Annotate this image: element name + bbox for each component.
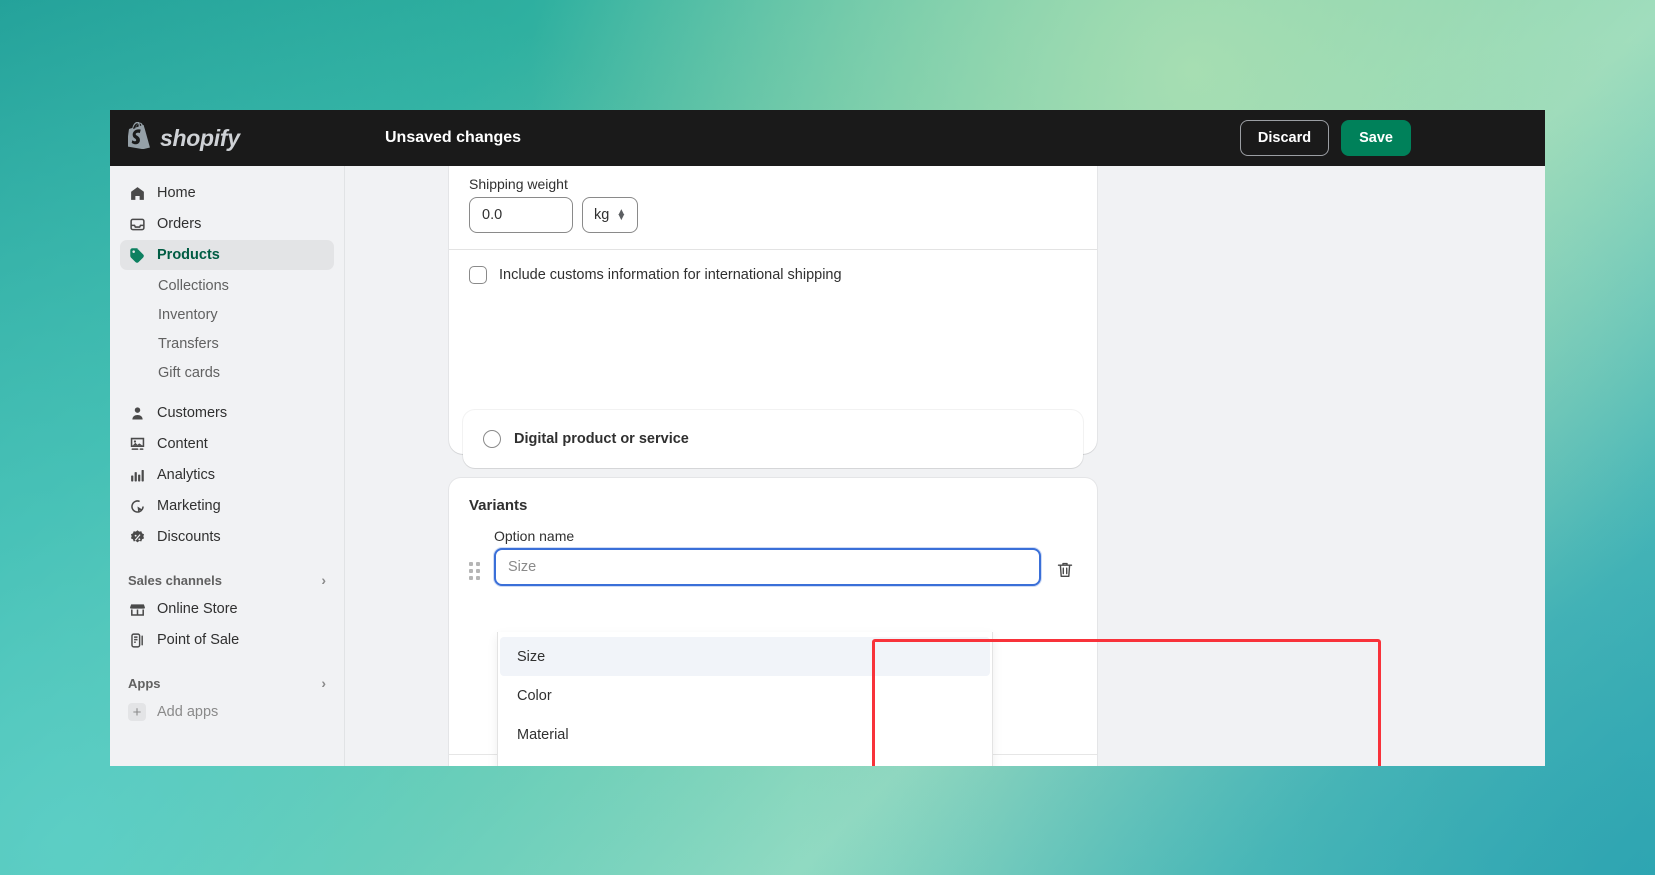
section-label: Sales channels [128, 572, 222, 588]
sidebar-section-apps[interactable]: Apps › [120, 669, 334, 697]
sidebar-label: Content [157, 436, 208, 452]
chevron-right-icon: › [321, 675, 326, 691]
sidebar-label: Products [157, 247, 220, 263]
sidebar-navigation: Home Orders Products Collections Invento… [110, 166, 345, 766]
sidebar-item-gift-cards[interactable]: Gift cards [120, 358, 334, 387]
content-image-icon [128, 435, 147, 454]
sidebar-item-home[interactable]: Home [120, 178, 334, 208]
save-button[interactable]: Save [1341, 119, 1411, 157]
sidebar-label: Marketing [157, 498, 221, 514]
add-apps-label: Add apps [157, 704, 219, 720]
sidebar-label: Online Store [157, 601, 238, 617]
sidebar-item-analytics[interactable]: Analytics [120, 460, 334, 490]
option-field-wrapper: Option name [494, 528, 1041, 586]
variants-title: Variants [469, 497, 528, 514]
digital-product-card[interactable]: Digital product or service [463, 410, 1083, 468]
sidebar-item-products[interactable]: Products [120, 240, 334, 270]
discount-badge-icon [128, 528, 147, 547]
products-tag-icon [128, 246, 147, 265]
sidebar-label: Discounts [157, 529, 221, 545]
sidebar-item-customers[interactable]: Customers [120, 398, 334, 428]
sidebar-label: Orders [157, 216, 202, 232]
sidebar-item-online-store[interactable]: Online Store [120, 594, 334, 624]
shopify-bag-icon [126, 121, 152, 154]
sidebar-item-add-apps[interactable]: + Add apps [120, 697, 334, 727]
dropdown-option-style[interactable]: Style [500, 754, 990, 767]
option-name-dropdown[interactable]: Size Color Material Style [497, 632, 993, 766]
sidebar-item-marketing[interactable]: Marketing [120, 491, 334, 521]
section-label: Apps [128, 675, 161, 691]
sidebar-item-collections[interactable]: Collections [120, 271, 334, 300]
digital-product-label: Digital product or service [514, 431, 689, 447]
drag-handle-icon[interactable] [469, 562, 483, 580]
variant-option-row: Option name Size Color Material [449, 528, 1097, 766]
sidebar-label: Home [157, 185, 196, 201]
sidebar-item-inventory[interactable]: Inventory [120, 300, 334, 329]
sidebar-item-transfers[interactable]: Transfers [120, 329, 334, 358]
dropdown-option-color[interactable]: Color [500, 676, 990, 715]
unsaved-changes-label: Unsaved changes [385, 129, 522, 146]
dropdown-option-size[interactable]: Size [500, 637, 990, 676]
sidebar-label: Analytics [157, 467, 216, 483]
discard-button[interactable]: Discard [1239, 119, 1330, 157]
sidebar-item-discounts[interactable]: Discounts [120, 522, 334, 552]
top-bar: shopify Unsaved changes Discard Save [110, 110, 1545, 166]
storefront-icon [128, 600, 147, 619]
customer-person-icon [128, 404, 147, 423]
dropdown-option-material[interactable]: Material [500, 715, 990, 754]
variants-card: Variants Option name Size Size Color Mat… [449, 478, 1097, 766]
marketing-target-icon [128, 497, 147, 516]
sidebar-label: Point of Sale [157, 632, 240, 648]
chevron-right-icon: › [321, 572, 326, 588]
main-content: Shipping weight kg ▲▼ Include customs in… [345, 166, 1545, 766]
sidebar-item-content[interactable]: Content [120, 429, 334, 459]
sidebar-item-point-of-sale[interactable]: Point of Sale [120, 625, 334, 655]
sidebar-label: Customers [157, 405, 228, 421]
orders-inbox-icon [128, 215, 147, 234]
window-body: Home Orders Products Collections Invento… [110, 166, 1545, 766]
plus-icon: + [128, 703, 146, 721]
point-of-sale-icon [128, 631, 147, 650]
analytics-bars-icon [128, 466, 147, 485]
trash-icon[interactable] [1055, 560, 1077, 582]
option-name-label: Option name [494, 528, 575, 544]
brand-name: shopify [160, 124, 240, 151]
shopify-logo[interactable]: shopify [110, 121, 345, 154]
shopify-admin-window: shopify Unsaved changes Discard Save Hom… [110, 110, 1545, 766]
digital-product-radio[interactable] [483, 430, 501, 448]
home-icon [128, 184, 147, 203]
option-name-input[interactable] [494, 548, 1041, 586]
sidebar-item-orders[interactable]: Orders [120, 209, 334, 239]
topbar-actions: Discard Save [1239, 119, 1411, 157]
content-column: Digital product or service [463, 166, 1083, 468]
sidebar-section-sales-channels[interactable]: Sales channels › [120, 566, 334, 594]
